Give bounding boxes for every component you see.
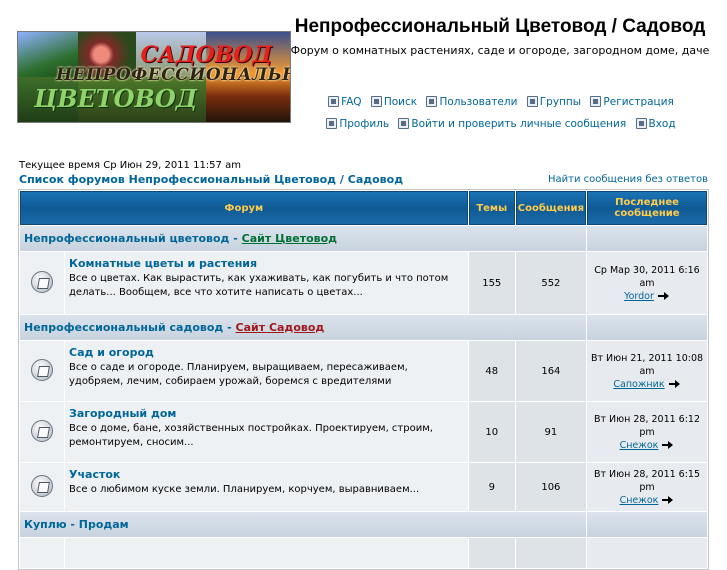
forum-last-post: Вт Июн 28, 2011 6:15 pm Снежок: [587, 463, 707, 511]
unanswered-posts-link[interactable]: Найти сообщения без ответов: [548, 174, 708, 185]
forum-posts-count: 552: [515, 252, 586, 314]
forum-name-link[interactable]: Загородный дом: [69, 407, 464, 421]
forum-topics-count: 155: [468, 252, 515, 314]
category-link[interactable]: Непрофессиональный цветовод: [24, 232, 229, 245]
forum-topics-count: 48: [468, 341, 515, 401]
forum-name-link[interactable]: Сад и огород: [69, 346, 464, 360]
nav-login[interactable]: Вход: [635, 118, 676, 130]
logo-text-tsvetovod: ЦВЕТОВОД: [34, 84, 198, 113]
forum-description: Все о цветах. Как вырастить, как ухажива…: [69, 273, 449, 298]
site-link-tsvetovod[interactable]: Сайт Цветовод: [242, 232, 337, 245]
forum-posts-count: 106: [515, 463, 586, 511]
view-latest-post-icon[interactable]: [662, 495, 674, 504]
header-topics: Темы: [468, 191, 515, 225]
forum-description: Все о саде и огороде. Планируем, выращив…: [69, 362, 408, 387]
forum-last-post: Вт Июн 28, 2011 6:12 pm Снежок: [587, 402, 707, 462]
nav-faq[interactable]: FAQ: [328, 96, 362, 108]
members-icon: [426, 96, 438, 107]
nav-search[interactable]: Поиск: [370, 96, 417, 108]
category-link[interactable]: Непрофессиональный садовод: [24, 321, 223, 334]
faq-icon: [328, 96, 340, 107]
forum-posts-count: 164: [515, 341, 586, 401]
forum-folder-icon: [31, 419, 53, 442]
site-logo[interactable]: САДОВОД НЕПРОФЕССИОНАЛЬНЫЙ ЦВЕТОВОД: [17, 31, 291, 123]
search-icon: [370, 96, 382, 107]
nav-groups[interactable]: Группы: [526, 96, 581, 108]
site-description: Форум о комнатных растениях, саде и огор…: [290, 44, 710, 57]
profile-icon: [326, 118, 338, 129]
last-post-user-link[interactable]: Сапожник: [613, 379, 664, 390]
category-row: Непрофессиональный садовод - Сайт Садово…: [20, 315, 707, 340]
header-last-post: Последнее сообщение: [587, 191, 707, 225]
forum-last-post: Вт Июн 21, 2011 10:08 am Сапожник: [587, 341, 707, 401]
forum-folder-icon: [31, 270, 53, 293]
last-post-user-link[interactable]: Yordor: [624, 291, 654, 302]
table-header-row: Форум Темы Сообщения Последнее сообщение: [20, 191, 707, 225]
forum-posts-count: 91: [515, 402, 586, 462]
nav-profile[interactable]: Профиль: [326, 118, 389, 130]
forum-row: Сад и огород Все о саде и огороде. Плани…: [20, 341, 707, 401]
header: САДОВОД НЕПРОФЕССИОНАЛЬНЫЙ ЦВЕТОВОД Непр…: [16, 0, 711, 150]
forum-row: Комнатные цветы и растения Все о цветах.…: [20, 252, 707, 314]
view-latest-post-icon[interactable]: [657, 291, 670, 300]
nav-row-1: FAQ Поиск Пользователи Группы Регистраци…: [316, 96, 686, 108]
forum-table: Форум Темы Сообщения Последнее сообщение…: [18, 189, 709, 570]
category-link[interactable]: Куплю - Продам: [24, 518, 129, 531]
last-post-user-link[interactable]: Снежок: [620, 495, 659, 506]
forum-description: Все о доме, бане, хозяйственных постройк…: [69, 423, 433, 448]
logo-text-neprof: НЕПРОФЕССИОНАЛЬНЫЙ: [56, 65, 290, 85]
last-post-user-link[interactable]: Снежок: [620, 440, 659, 451]
messages-icon: [398, 118, 410, 129]
current-time: Текущее время Ср Июн 29, 2011 11:57 am: [19, 160, 241, 171]
groups-icon: [526, 96, 538, 107]
forum-topics-count: 10: [468, 402, 515, 462]
forum-description: Все о любимом куске земли. Планируем, ко…: [69, 484, 420, 495]
forum-row: [20, 538, 707, 568]
nav-messages[interactable]: Войти и проверить личные сообщения: [398, 118, 626, 130]
category-row: Непрофессиональный цветовод - Сайт Цвето…: [20, 226, 707, 251]
site-title: Непрофессиональный Цветовод / Садовод: [294, 16, 706, 37]
site-link-sadovod[interactable]: Сайт Садовод: [236, 321, 325, 334]
forum-name-link[interactable]: Участок: [69, 468, 464, 482]
forum-folder-icon: [31, 358, 53, 381]
title-block: Непрофессиональный Цветовод / Садовод Фо…: [288, 14, 712, 58]
nav-members[interactable]: Пользователи: [426, 96, 517, 108]
forum-row: Загородный дом Все о доме, бане, хозяйст…: [20, 402, 707, 462]
register-icon: [590, 96, 602, 107]
forum-name-link[interactable]: Комнатные цветы и растения: [69, 257, 464, 271]
login-icon: [635, 118, 647, 129]
category-row: Куплю - Продам: [20, 512, 707, 537]
forum-last-post: Ср Мар 30, 2011 6:16 am Yordor: [587, 252, 707, 314]
breadcrumb-forum-index[interactable]: Список форумов Непрофессиональный Цветов…: [19, 173, 403, 186]
header-forum: Форум: [20, 191, 468, 225]
forum-folder-icon: [31, 474, 53, 497]
forum-row: Участок Все о любимом куске земли. Плани…: [20, 463, 707, 511]
nav-row-2: Профиль Войти и проверить личные сообщен…: [316, 118, 686, 130]
nav-register[interactable]: Регистрация: [590, 96, 674, 108]
view-latest-post-icon[interactable]: [662, 440, 674, 449]
header-posts: Сообщения: [515, 191, 586, 225]
forum-topics-count: 9: [468, 463, 515, 511]
page: САДОВОД НЕПРОФЕССИОНАЛЬНЫЙ ЦВЕТОВОД Непр…: [0, 0, 727, 570]
view-latest-post-icon[interactable]: [668, 379, 681, 388]
